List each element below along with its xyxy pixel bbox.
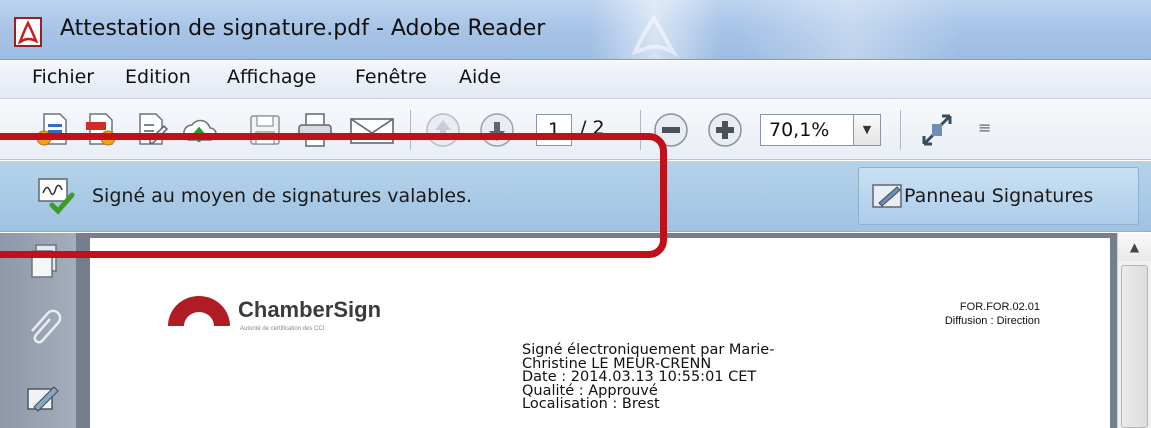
navigation-pane [0,233,76,428]
scroll-thumb[interactable] [1121,265,1148,428]
menu-aide[interactable]: Aide [459,66,501,88]
edit-pdf-icon[interactable] [132,110,170,150]
page-number-input[interactable]: 1 [536,114,572,146]
print-icon[interactable] [296,110,334,150]
menu-affichage[interactable]: Affichage [227,66,316,88]
toolbar-separator [640,110,641,150]
zoom-out-icon[interactable] [652,110,690,150]
logo-tagline: Autorité de certification des CCI [240,326,325,332]
fit-window-icon[interactable] [918,110,956,150]
page-total: / 2 [580,117,605,139]
signature-panel-button[interactable]: Panneau Signatures [858,167,1139,225]
toolbar-separator [410,110,411,150]
chambersign-logo-icon [168,296,230,326]
diffusion-text: Diffusion : Direction [944,315,1040,327]
attachment-icon[interactable] [24,309,64,349]
toolbar-separator [900,110,901,150]
title-bar: Attestation de signature.pdf - Adobe Rea… [0,0,1151,60]
signature-status-message: Signé au moyen de signatures valables. [92,185,473,207]
reference-code: FOR.FOR.02.01 [959,301,1040,313]
zoom-in-icon[interactable] [706,110,744,150]
adobe-reader-icon[interactable] [14,17,48,47]
zoom-dropdown-button[interactable]: ▼ [853,114,881,146]
vertical-scrollbar[interactable]: ▲ [1117,233,1151,428]
zoom-level-input[interactable]: 70,1% [760,114,854,146]
window-title: Attestation de signature.pdf - Adobe Rea… [60,16,546,41]
valid-signature-icon [38,178,75,215]
logo-text: ChamberSign [238,297,382,322]
document-reference: FOR.FOR.02.01 Diffusion : Direction [880,300,1040,328]
pages-icon[interactable] [24,241,64,281]
toolbar-more-icon[interactable]: ≡ [978,118,991,137]
next-page-icon[interactable] [478,110,516,150]
save-icon[interactable] [246,110,284,150]
previous-page-icon[interactable] [424,110,462,150]
create-pdf-icon[interactable] [34,110,72,150]
upload-cloud-icon[interactable] [180,110,218,150]
menu-edition[interactable]: Edition [125,66,191,88]
menu-fichier[interactable]: Fichier [32,66,94,88]
signature-stamp: Signé électroniquement par Marie- Christ… [522,343,774,413]
email-icon[interactable] [348,110,396,150]
scroll-up-button[interactable]: ▲ [1118,233,1151,261]
toolbar: 1 / 2 70,1% ▼ ≡ [0,100,1151,160]
title-glare-2 [740,0,960,59]
signature-panel-icon [872,184,902,208]
signature-line: Localisation : Brest [522,396,660,413]
menu-fenetre[interactable]: Fenêtre [355,66,427,88]
signature-icon[interactable] [24,379,64,419]
signature-panel-label: Panneau Signatures [904,185,1094,207]
signature-message-bar: Signé au moyen de signatures valables. P… [0,161,1151,232]
menu-bar: Fichier Edition Affichage Fenêtre Aide [0,61,1151,99]
share-pdf-icon[interactable] [82,110,120,150]
ghost-pdf-icon [631,14,679,58]
